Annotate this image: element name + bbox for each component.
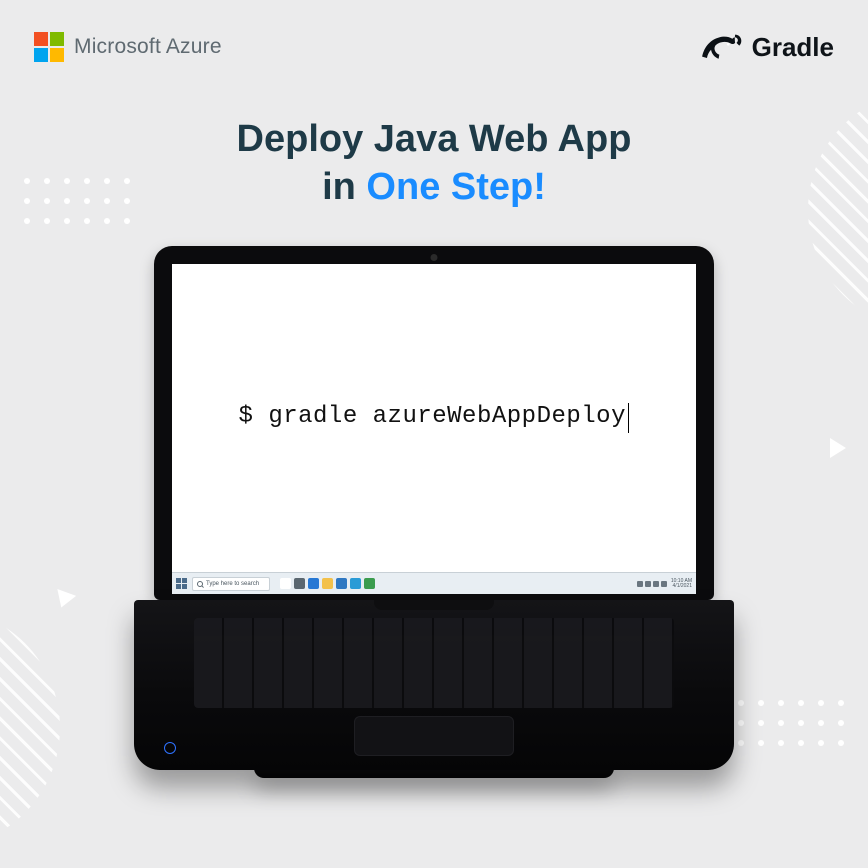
tray-chevron-icon[interactable] (637, 581, 643, 587)
laptop-camera (431, 254, 438, 261)
header: Microsoft Azure Gradle (34, 30, 834, 64)
system-tray[interactable]: 10:10 AM 4/1/2021 (637, 579, 692, 589)
tray-status-icons (637, 581, 667, 587)
laptop-keyboard-deck (134, 600, 734, 770)
laptop-screen: $ gradle azureWebAppDeploy Type here to … (172, 264, 696, 594)
laptop-hinge (374, 600, 494, 610)
tray-volume-icon[interactable] (653, 581, 659, 587)
gradle-elephant-icon (698, 30, 742, 64)
terminal-command: $ gradle azureWebAppDeploy (239, 403, 626, 430)
taskview-icon[interactable] (294, 578, 305, 589)
taskbar-pinned-apps (280, 578, 375, 589)
headline-line2-accent: One Step! (366, 166, 545, 208)
store-icon[interactable] (350, 578, 361, 589)
gradle-logo: Gradle (698, 30, 834, 64)
laptop-keyboard (194, 618, 674, 708)
decor-triangle-left (52, 589, 76, 611)
decor-triangle-right (830, 438, 846, 458)
tray-network-icon[interactable] (645, 581, 651, 587)
headline-line1: Deploy Java Web App (237, 118, 632, 160)
shield-icon[interactable] (364, 578, 375, 589)
taskbar-clock[interactable]: 10:10 AM 4/1/2021 (671, 579, 692, 589)
explorer-icon[interactable] (322, 578, 333, 589)
start-button[interactable] (176, 578, 188, 590)
laptop-mockup: $ gradle azureWebAppDeploy Type here to … (134, 246, 734, 778)
power-indicator-icon (164, 742, 176, 754)
laptop-trackpad (354, 716, 514, 756)
headline: Deploy Java Web App in One Step! (0, 116, 868, 211)
edge-icon[interactable] (308, 578, 319, 589)
headline-line2-prefix: in (322, 166, 366, 208)
terminal-window: $ gradle azureWebAppDeploy (172, 264, 696, 572)
taskbar-search-placeholder: Type here to search (206, 581, 259, 587)
taskbar-search[interactable]: Type here to search (192, 577, 270, 591)
taskbar-date: 4/1/2021 (671, 584, 692, 589)
azure-logo-text: Microsoft Azure (74, 35, 222, 59)
search-icon (197, 581, 203, 587)
terminal-cursor (628, 403, 630, 433)
terminal-line: $ gradle azureWebAppDeploy (239, 403, 630, 433)
windows-taskbar: Type here to search (172, 572, 696, 594)
microsoft-icon (34, 32, 64, 62)
mail-icon[interactable] (336, 578, 347, 589)
cortana-icon[interactable] (280, 578, 291, 589)
microsoft-azure-logo: Microsoft Azure (34, 32, 222, 62)
gradle-logo-text: Gradle (752, 32, 834, 63)
laptop-lid: $ gradle azureWebAppDeploy Type here to … (154, 246, 714, 600)
decor-dots-bottom-right (738, 700, 844, 746)
tray-battery-icon[interactable] (661, 581, 667, 587)
